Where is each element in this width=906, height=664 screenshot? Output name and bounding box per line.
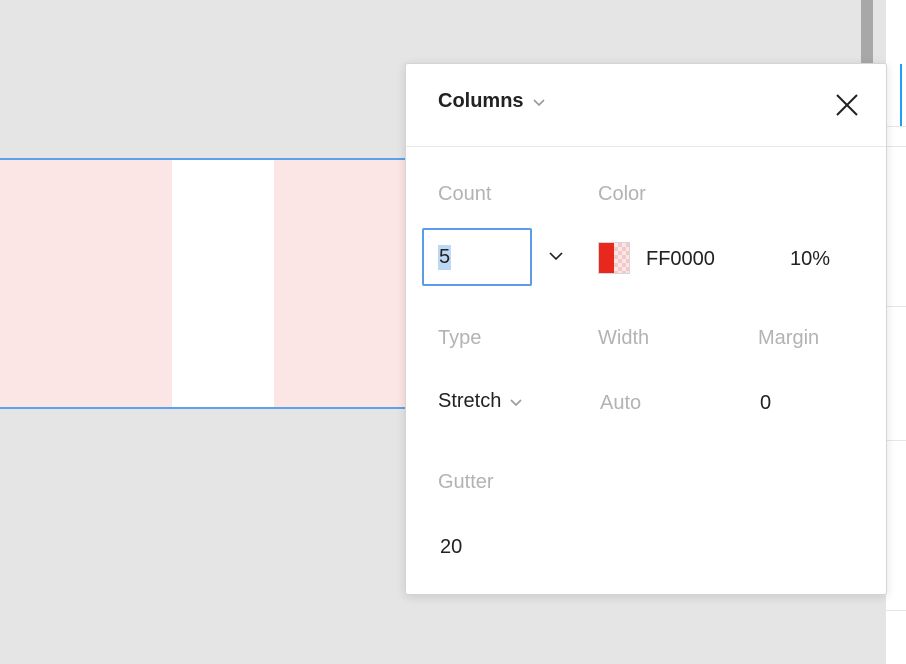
type-label: Type [438,327,482,349]
selected-layout-grid-indicator [900,64,902,126]
grid-type-dropdown[interactable]: Columns [438,90,546,113]
chevron-down-icon [532,98,545,106]
chevron-down-icon [510,398,522,406]
panel-divider [886,146,906,147]
gutter-label: Gutter [438,471,494,493]
properties-panel [886,0,906,664]
width-input[interactable]: Auto [600,392,641,415]
popover-title: Columns [438,90,524,112]
count-label: Count [438,183,492,205]
width-label: Width [598,327,650,349]
grid-column [274,160,420,407]
panel-divider [886,306,906,307]
margin-label: Margin [758,327,820,349]
count-value: 5 [438,244,452,270]
type-dropdown[interactable]: Stretch [438,390,523,413]
grid-column [0,160,172,407]
frame[interactable] [0,158,420,409]
popover-header: Columns [406,64,886,147]
gutter-input[interactable]: 20 [440,536,462,559]
color-swatch[interactable] [598,242,630,274]
color-opacity-input[interactable]: 10% [790,248,830,271]
margin-input[interactable]: 0 [760,392,771,415]
panel-divider [886,610,906,611]
swatch-transparency [614,243,629,273]
panel-divider [886,126,906,127]
swatch-solid [599,243,614,273]
canvas-scrollbar[interactable] [861,0,873,70]
color-label: Color [598,183,646,205]
close-icon[interactable] [834,92,860,118]
layout-grid-popover: Columns Count Color 5 FF0000 10% Type Wi… [405,63,887,595]
panel-divider [886,440,906,441]
type-value: Stretch [438,390,502,412]
color-hex-input[interactable]: FF0000 [646,248,715,271]
chevron-down-icon[interactable] [548,248,564,264]
count-input[interactable]: 5 [422,228,532,286]
